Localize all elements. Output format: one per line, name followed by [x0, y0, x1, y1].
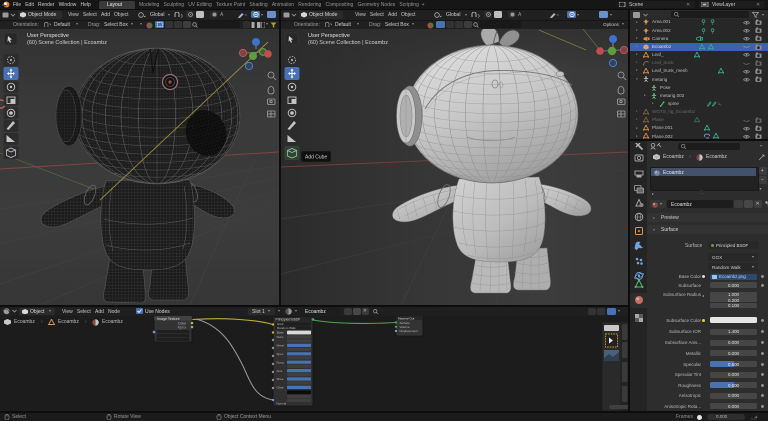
svg-text:Normal: Normal [277, 402, 287, 406]
svg-text:Shee: Shee [277, 377, 284, 381]
svg-text:Principled BSDF: Principled BSDF [276, 318, 301, 322]
svg-text:Metal: Metal [277, 344, 285, 348]
svg-text:Material Out: Material Out [398, 316, 415, 320]
svg-text:Subs: Subs [277, 335, 284, 339]
svg-text:Roug: Roug [277, 360, 285, 364]
svg-text:(60) Scene Collection | Ecoamb: (60) Scene Collection | Ecoambz [308, 40, 388, 46]
svg-text:Spec: Spec [277, 352, 284, 356]
svg-text:User Perspective: User Perspective [27, 33, 69, 39]
svg-text:Base: Base [277, 331, 284, 335]
svg-text:User Perspective: User Perspective [308, 33, 350, 39]
svg-text:Random Walk: Random Walk [277, 326, 296, 330]
svg-text:Alpha: Alpha [177, 326, 186, 330]
svg-text:Anis: Anis [277, 369, 283, 373]
svg-text:Image Texture: Image Texture [157, 317, 180, 321]
svg-text:Clear: Clear [277, 386, 284, 390]
svg-text:(60) Scene Collection | Ecoamb: (60) Scene Collection | Ecoambz [27, 40, 107, 46]
svg-text:Add Cube: Add Cube [305, 155, 327, 161]
svg-text:Displacement: Displacement [400, 329, 418, 333]
